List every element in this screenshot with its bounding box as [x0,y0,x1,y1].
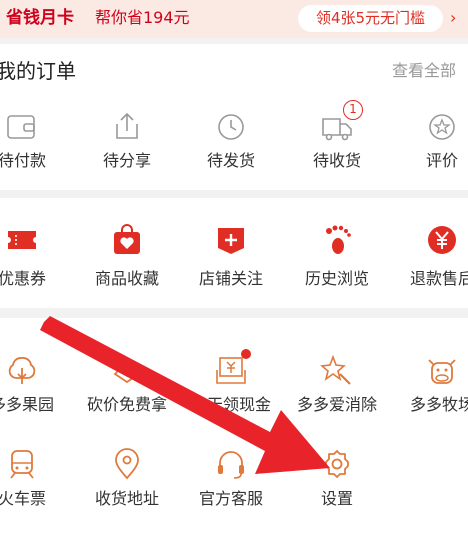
shortcut-followed-stores[interactable]: 店铺关注 [183,224,279,290]
shortcut-label: 退款售后 [409,269,468,288]
view-all-orders-link[interactable]: 查看全部 [392,60,456,82]
order-pending-payment[interactable]: 待付款 [0,112,70,172]
shortcut-history[interactable]: 历史浏览 [289,224,385,290]
shortcut-coupons[interactable]: 优惠券 [0,224,70,290]
service-label: 天天领现金 [190,395,271,414]
gear-icon [325,450,349,478]
service-label: 多多牧场 [409,395,468,414]
service-shipping-address[interactable]: 收货地址 [79,448,175,510]
shortcut-label: 历史浏览 [304,269,369,288]
bargain-icon [113,360,141,384]
monthly-card-banner[interactable]: 省钱月卡 帮你省194元 领4张5元无门槛 › [0,0,468,38]
cash-envelope-icon [216,357,246,384]
coupon-button[interactable]: 领4张5元无门槛 [298,5,443,32]
yen-refund-icon [428,226,456,254]
service-customer-support[interactable]: 官方客服 [183,448,279,510]
shortcut-label: 商品收藏 [94,269,159,288]
service-label: 火车票 [0,489,46,508]
order-pending-receipt[interactable]: 1 待收货 [289,100,385,172]
service-bargain[interactable]: 砍价免费拿 [79,354,175,416]
order-pending-share[interactable]: 待分享 [79,112,175,172]
service-label: 收货地址 [94,489,159,508]
cow-icon [428,359,456,384]
headset-icon [218,451,244,479]
service-settings[interactable]: 设置 [289,448,385,510]
ticket-icon [8,231,36,249]
shortcuts-card: 优惠券 商品收藏 店铺关注 历史浏览 退款售后 [0,198,468,308]
service-label: 多多果园 [0,395,54,414]
service-label: 砍价免费拿 [86,395,167,414]
order-item-label: 评价 [425,151,458,170]
clock-icon [218,114,244,140]
shortcut-favorites[interactable]: 商品收藏 [79,224,175,290]
pending-receipt-count-badge: 1 [343,100,363,120]
service-elimination-game[interactable]: 多多爱消除 [289,354,385,416]
banner-subtitle: 帮你省194元 [95,8,190,27]
order-item-label: 待收货 [312,151,361,170]
service-ranch[interactable]: 多多牧场 [394,354,468,416]
location-icon [115,448,139,480]
order-item-label: 待付款 [0,151,46,170]
chevron-right-icon[interactable]: › [450,6,456,30]
service-label: 多多爱消除 [296,395,377,414]
service-orchard[interactable]: 多多果园 [0,354,70,416]
tree-icon [8,357,36,384]
store-plus-icon [218,228,244,254]
service-label: 官方客服 [198,489,263,508]
service-label: 设置 [320,489,353,508]
banner-title: 省钱月卡 [6,8,74,28]
magic-star-icon [320,354,351,385]
footprint-icon [326,225,351,254]
my-orders-card: 我的订单 查看全部 待付款 待分享 待发货 1 待收货 评价 [0,44,468,190]
wallet-icon [7,115,35,139]
service-train-tickets[interactable]: 火车票 [0,448,70,510]
heart-bag-icon [114,224,140,254]
orders-title: 我的订单 [0,59,76,83]
service-daily-cash[interactable]: 天天领现金 [183,349,279,416]
services-card: 多多果园 砍价免费拿 天天领现金 多多爱消除 多多牧场 [0,318,468,541]
shortcut-refunds[interactable]: 退款售后 [394,224,468,290]
shortcut-label: 优惠券 [0,269,46,288]
share-icon [116,112,138,139]
order-item-label: 待分享 [102,151,151,170]
notification-dot [241,349,251,359]
order-item-label: 待发货 [206,151,255,170]
star-bubble-icon [429,114,455,140]
order-review[interactable]: 评价 [394,112,468,172]
shortcut-label: 店铺关注 [198,269,263,288]
order-pending-shipment[interactable]: 待发货 [183,112,279,172]
train-icon [10,450,34,479]
